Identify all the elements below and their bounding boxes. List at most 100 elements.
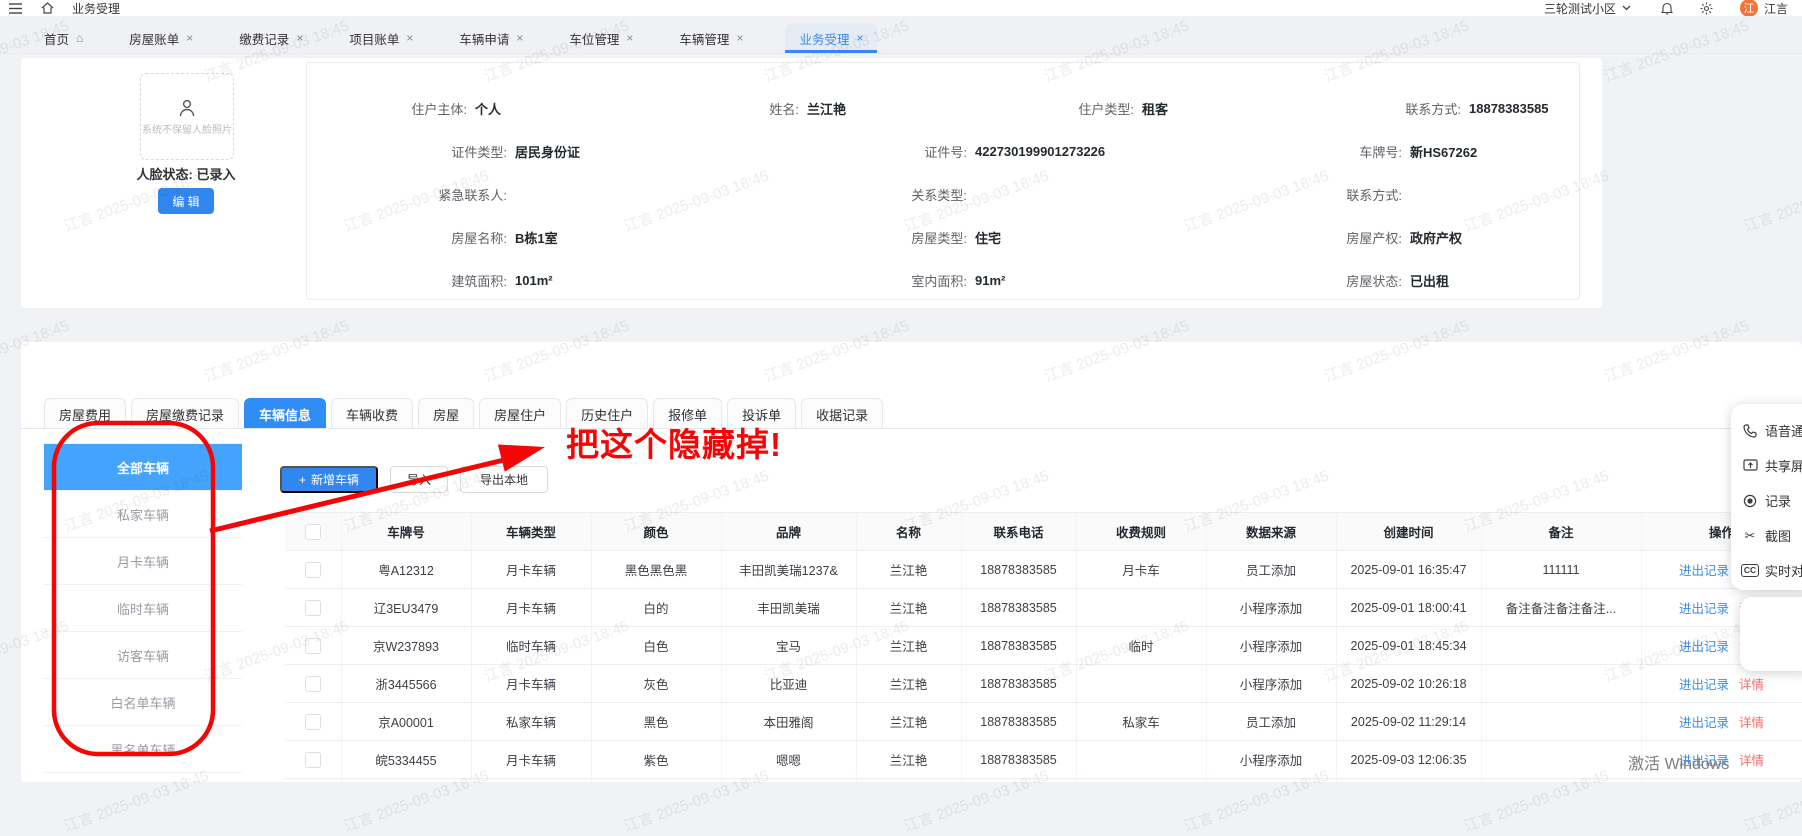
quick-action-panel-secondary[interactable] — [1740, 597, 1802, 671]
avatar[interactable]: 江 — [1739, 0, 1758, 17]
nav-tab-label: 车位管理 — [569, 32, 620, 47]
info-field-value: 422730199901273226 — [975, 144, 1106, 159]
close-icon[interactable]: × — [186, 31, 193, 45]
export-button[interactable]: 导出本地 — [460, 466, 548, 493]
nav-tab-label: 缴费记录 — [239, 32, 290, 47]
cell-name: 兰江艳 — [856, 702, 962, 741]
community-selector[interactable]: 三轮测试小区 — [1544, 0, 1634, 17]
cell-name — [856, 778, 962, 782]
row-checkbox[interactable] — [304, 751, 321, 768]
info-field-label: 房屋名称: — [451, 231, 507, 246]
row-checkbox-cell — [285, 702, 342, 741]
cell-color: 白色 — [591, 626, 722, 665]
row-checkbox[interactable] — [304, 713, 321, 730]
nav-tab-缴费记录[interactable]: 缴费记录 × — [235, 23, 307, 53]
table-row: 皖5334455 月卡车辆 紫色 嗯嗯 兰江艳 18878383585 小程序添加 2025-… — [285, 740, 1802, 779]
row-checkbox[interactable] — [304, 599, 321, 616]
details-link[interactable]: 详情 — [1739, 678, 1764, 692]
nav-tab-房屋账单[interactable]: 房屋账单 × — [125, 23, 197, 53]
entry-exit-records-link[interactable]: 进出记录 — [1679, 564, 1729, 578]
quick-panel-cc[interactable]: CC 实时对 — [1731, 553, 1802, 588]
edit-button[interactable]: 编 辑 — [158, 188, 214, 214]
table-header-创建时间: 创建时间 — [1336, 512, 1482, 551]
section-tab-房屋缴费记录[interactable]: 房屋缴费记录 — [131, 398, 240, 429]
details-link[interactable]: 详情 — [1739, 754, 1764, 768]
info-field-value: 租客 — [1142, 102, 1169, 117]
quick-panel-share-screen[interactable]: 共享屏 — [1731, 448, 1802, 483]
section-tab-收据记录[interactable]: 收据记录 — [801, 398, 884, 429]
section-tab-房屋[interactable]: 房屋 — [418, 398, 475, 429]
section-tab-车辆信息[interactable]: 车辆信息 — [244, 398, 327, 429]
cell-plate: 浙3445566 — [341, 664, 472, 703]
vehicle-nav-私家车辆[interactable]: 私家车辆 — [44, 491, 242, 538]
entry-exit-records-link[interactable]: 进出记录 — [1679, 678, 1729, 692]
cell-rule — [1076, 588, 1207, 627]
bell-icon[interactable] — [1660, 1, 1674, 15]
nav-tab-车辆管理[interactable]: 车辆管理 × — [675, 23, 747, 53]
nav-tab-车位管理[interactable]: 车位管理 × — [565, 23, 637, 53]
quick-panel-phone[interactable]: 语音通 — [1731, 413, 1802, 448]
info-field-value: 兰江艳 — [807, 102, 847, 117]
gear-icon[interactable] — [1700, 1, 1714, 15]
cell-created: 2025-09-02 11:29:14 — [1336, 702, 1482, 741]
close-icon[interactable]: × — [856, 31, 863, 45]
entry-exit-records-link[interactable]: 进出记录 — [1679, 716, 1729, 730]
close-icon[interactable]: × — [626, 31, 633, 45]
info-field-label: 建筑面积: — [451, 274, 507, 289]
nav-tab-车辆申请[interactable]: 车辆申请 × — [455, 23, 527, 53]
vehicle-nav-访客车辆[interactable]: 访客车辆 — [44, 632, 242, 679]
row-checkbox[interactable] — [304, 637, 321, 654]
info-field-label: 室内面积: — [911, 274, 967, 289]
import-button[interactable]: 导入 — [390, 466, 448, 493]
quick-panel-screenshot[interactable]: ✂ 截图 — [1731, 518, 1802, 553]
info-field: 房屋名称: B栋1室 — [367, 228, 558, 247]
vehicle-category-sidebar: 全部车辆 私家车辆 月卡车辆 临时车辆 访客车辆 白名单车辆 黑名单车辆 — [44, 443, 242, 773]
section-tab-divider — [21, 428, 1802, 429]
section-tab-历史住户[interactable]: 历史住户 — [566, 398, 649, 429]
add-vehicle-button[interactable]: + 新增车辆 — [280, 466, 378, 493]
close-icon[interactable]: × — [406, 31, 413, 45]
cell-phone: 18878383585 — [961, 550, 1077, 589]
cell-color: 灰色 — [591, 664, 722, 703]
vehicle-nav-全部车辆[interactable]: 全部车辆 — [44, 444, 242, 491]
info-field-value: 新HS67262 — [1410, 145, 1478, 160]
info-field: 房屋产权: 政府产权 — [1262, 228, 1462, 247]
hamburger-icon[interactable] — [8, 1, 22, 15]
quick-panel-record[interactable]: 记录 — [1731, 483, 1802, 518]
vehicle-nav-白名单车辆[interactable]: 白名单车辆 — [44, 679, 242, 726]
close-icon[interactable]: × — [296, 31, 303, 45]
row-checkbox[interactable] — [304, 561, 321, 578]
vehicle-nav-月卡车辆[interactable]: 月卡车辆 — [44, 538, 242, 585]
section-tab-车辆收费[interactable]: 车辆收费 — [331, 398, 414, 429]
cell-rule — [1076, 778, 1207, 782]
cell-phone — [961, 778, 1077, 782]
header-checkbox[interactable] — [304, 523, 321, 540]
cell-remark — [1481, 626, 1642, 665]
entry-exit-records-link[interactable]: 进出记录 — [1679, 640, 1729, 654]
section-tab-报修单[interactable]: 报修单 — [653, 398, 723, 429]
cell-type: 私家车辆 — [471, 702, 592, 741]
table-row: 京W237893 临时车辆 白色 宝马 兰江艳 18878383585 临时 小程序添加 202… — [285, 626, 1802, 665]
close-icon[interactable]: × — [516, 31, 523, 45]
vehicle-nav-黑名单车辆[interactable]: 黑名单车辆 — [44, 726, 242, 773]
home-icon[interactable] — [40, 1, 54, 15]
row-checkbox[interactable] — [304, 675, 321, 692]
nav-tab-业务受理[interactable]: 业务受理 × — [785, 23, 878, 53]
cell-phone: 18878383585 — [961, 740, 1077, 779]
nav-tab-首页[interactable]: 首页 ⌂ — [40, 23, 87, 53]
cell-name: 兰江艳 — [856, 740, 962, 779]
windows-activation-text: 激活 Windows — [1628, 756, 1730, 773]
section-tab-房屋住户[interactable]: 房屋住户 — [479, 398, 562, 429]
entry-exit-records-link[interactable]: 进出记录 — [1679, 602, 1729, 616]
face-photo-box[interactable]: 系统不保留人脸照片 — [140, 73, 234, 160]
close-icon[interactable]: × — [736, 31, 743, 45]
nav-tab-项目账单[interactable]: 项目账单 × — [345, 23, 417, 53]
section-tab-房屋费用[interactable]: 房屋费用 — [44, 398, 127, 429]
details-link[interactable]: 详情 — [1739, 716, 1764, 730]
vehicle-nav-临时车辆[interactable]: 临时车辆 — [44, 585, 242, 632]
app-root: { "topbar": { "breadcrumb": "业务受理", "com… — [0, 0, 1802, 836]
info-field-value: 居民身份证 — [515, 145, 581, 160]
section-tab-投诉单[interactable]: 投诉单 — [727, 398, 797, 429]
info-field-value: 政府产权 — [1410, 231, 1463, 246]
info-field-value: B栋1室 — [515, 231, 558, 246]
